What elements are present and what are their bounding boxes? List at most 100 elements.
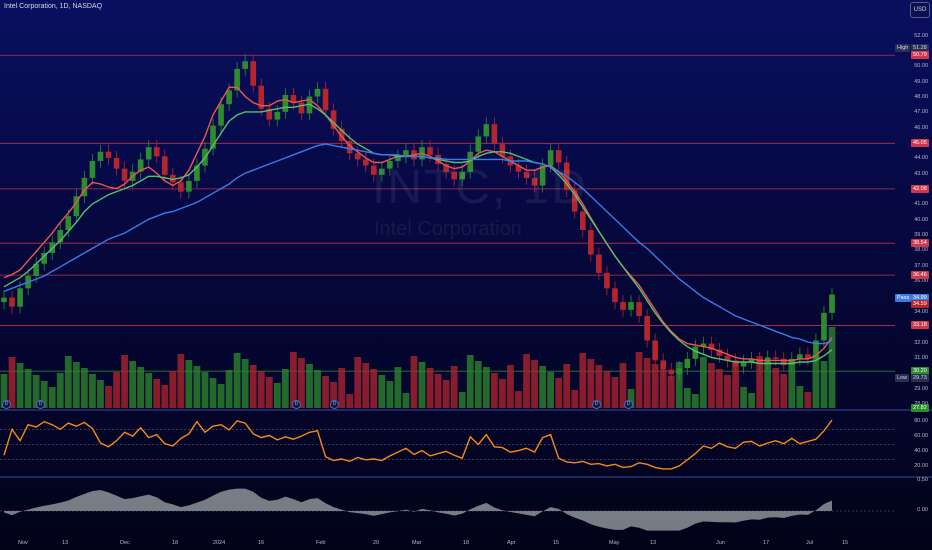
- volume-bar: [482, 367, 490, 408]
- dividend-marker-icon[interactable]: D: [36, 400, 45, 409]
- candle: [178, 182, 184, 192]
- candle: [596, 254, 602, 273]
- candle: [89, 160, 96, 178]
- candle: [1, 297, 7, 303]
- volume-bar: [209, 378, 217, 408]
- price-tick-label: 49.00: [914, 78, 928, 85]
- volume-bar: [651, 364, 659, 408]
- volume-bar: [257, 371, 265, 408]
- volume-bar: [458, 392, 466, 408]
- volume-bar: [241, 359, 249, 408]
- volume-bar: [571, 390, 579, 408]
- volume-bar: [426, 368, 434, 408]
- price-badge: 27.82: [911, 403, 929, 412]
- volume-bar: [796, 386, 804, 408]
- time-tick-label: Nov: [18, 540, 28, 546]
- rsi-tick-label: 80.00: [914, 417, 928, 424]
- rsi-tick-label: 60.00: [914, 432, 928, 439]
- price-tick-label: 32.00: [914, 339, 928, 346]
- candle: [314, 88, 321, 97]
- volume-bar: [539, 366, 546, 408]
- volume-bar: [643, 358, 651, 408]
- candle: [161, 156, 168, 175]
- price-tick-label: 41.00: [914, 201, 928, 208]
- time-tick-label: Jun: [716, 540, 725, 546]
- volume-bar: [378, 375, 386, 408]
- time-tick-label: 18: [172, 540, 179, 546]
- volume-bar: [828, 327, 836, 408]
- dividend-marker-icon[interactable]: D: [292, 400, 301, 409]
- volume-bar: [820, 361, 828, 408]
- time-tick-label: 13: [62, 540, 69, 546]
- price-tick-label: 47.00: [914, 109, 928, 116]
- volume-bar: [691, 394, 699, 408]
- volume-bar: [338, 368, 346, 408]
- time-tick-label: Jul: [806, 540, 814, 546]
- price-tick-label: 29.00: [914, 385, 928, 392]
- time-tick-label: May: [609, 540, 620, 546]
- volume-bar: [64, 356, 72, 408]
- candle: [668, 369, 675, 375]
- rsi-tick-label: 20.00: [914, 463, 928, 470]
- volume-bar: [740, 387, 747, 408]
- volume-bar: [322, 376, 329, 408]
- chart-canvas[interactable]: [0, 0, 932, 550]
- chart-title[interactable]: Intel Corporation, 1D, NASDAQ: [4, 3, 102, 10]
- volume-bar: [129, 361, 136, 408]
- price-badge: 45.05: [911, 139, 929, 148]
- price-tick-label: 46.00: [914, 124, 928, 131]
- candle: [322, 88, 329, 111]
- price-tick-label: 43.00: [914, 170, 928, 177]
- volume-bar: [185, 360, 193, 408]
- dividend-marker-icon[interactable]: D: [330, 400, 339, 409]
- volume-bar: [370, 369, 378, 408]
- volume-bar: [193, 366, 201, 408]
- candle: [17, 288, 23, 307]
- volume-bar: [507, 365, 514, 408]
- volume-bar: [611, 377, 619, 408]
- price-badge: 33.18: [911, 321, 929, 330]
- dividend-marker-icon[interactable]: D: [624, 400, 633, 409]
- candle: [153, 147, 160, 157]
- chart-window: Intel Corporation, 1D, NASDAQ USD INTC, …: [0, 0, 932, 550]
- time-tick-label: 15: [553, 540, 560, 546]
- volume-bar: [523, 354, 530, 408]
- volume-bar: [217, 384, 225, 408]
- volume-bar: [201, 372, 209, 408]
- time-tick-label: 15: [842, 540, 849, 546]
- volume-bar: [772, 368, 780, 408]
- volume-bar: [354, 357, 362, 408]
- volume-bar: [466, 355, 474, 408]
- volume-bar: [72, 362, 80, 408]
- dividend-marker-icon[interactable]: D: [2, 400, 11, 409]
- currency-button[interactable]: USD: [910, 2, 930, 18]
- volume-bar: [708, 363, 715, 408]
- volume-bar: [683, 388, 691, 408]
- candle: [105, 151, 112, 158]
- time-tick-label: 18: [463, 540, 470, 546]
- price-tick-label: 31.00: [914, 354, 928, 361]
- price-tick-label: 39.00: [914, 232, 928, 239]
- volume-bar: [314, 370, 321, 408]
- volume-bar: [169, 371, 177, 408]
- price-tick-label: 40.00: [914, 216, 928, 223]
- dividend-marker-icon[interactable]: D: [592, 400, 601, 409]
- candle: [121, 168, 128, 181]
- price-tick-label: 34.00: [914, 308, 928, 315]
- candle: [475, 136, 482, 152]
- volume-bar: [700, 357, 707, 408]
- price-badge: 50.79: [911, 51, 929, 60]
- volume-bar: [306, 364, 313, 408]
- price-tick-label: 44.00: [914, 155, 928, 162]
- volume-bar: [531, 360, 538, 408]
- macd-tick-label: 0.50: [917, 477, 928, 483]
- volume-bar: [555, 378, 563, 408]
- candle: [612, 288, 618, 303]
- price-badge: 42.08: [911, 184, 929, 193]
- candle: [354, 153, 361, 160]
- time-tick-label: Dec: [120, 540, 130, 546]
- candle: [604, 272, 610, 289]
- volume-bar: [499, 379, 506, 408]
- volume-bar: [225, 370, 233, 408]
- volume-bar: [635, 352, 643, 408]
